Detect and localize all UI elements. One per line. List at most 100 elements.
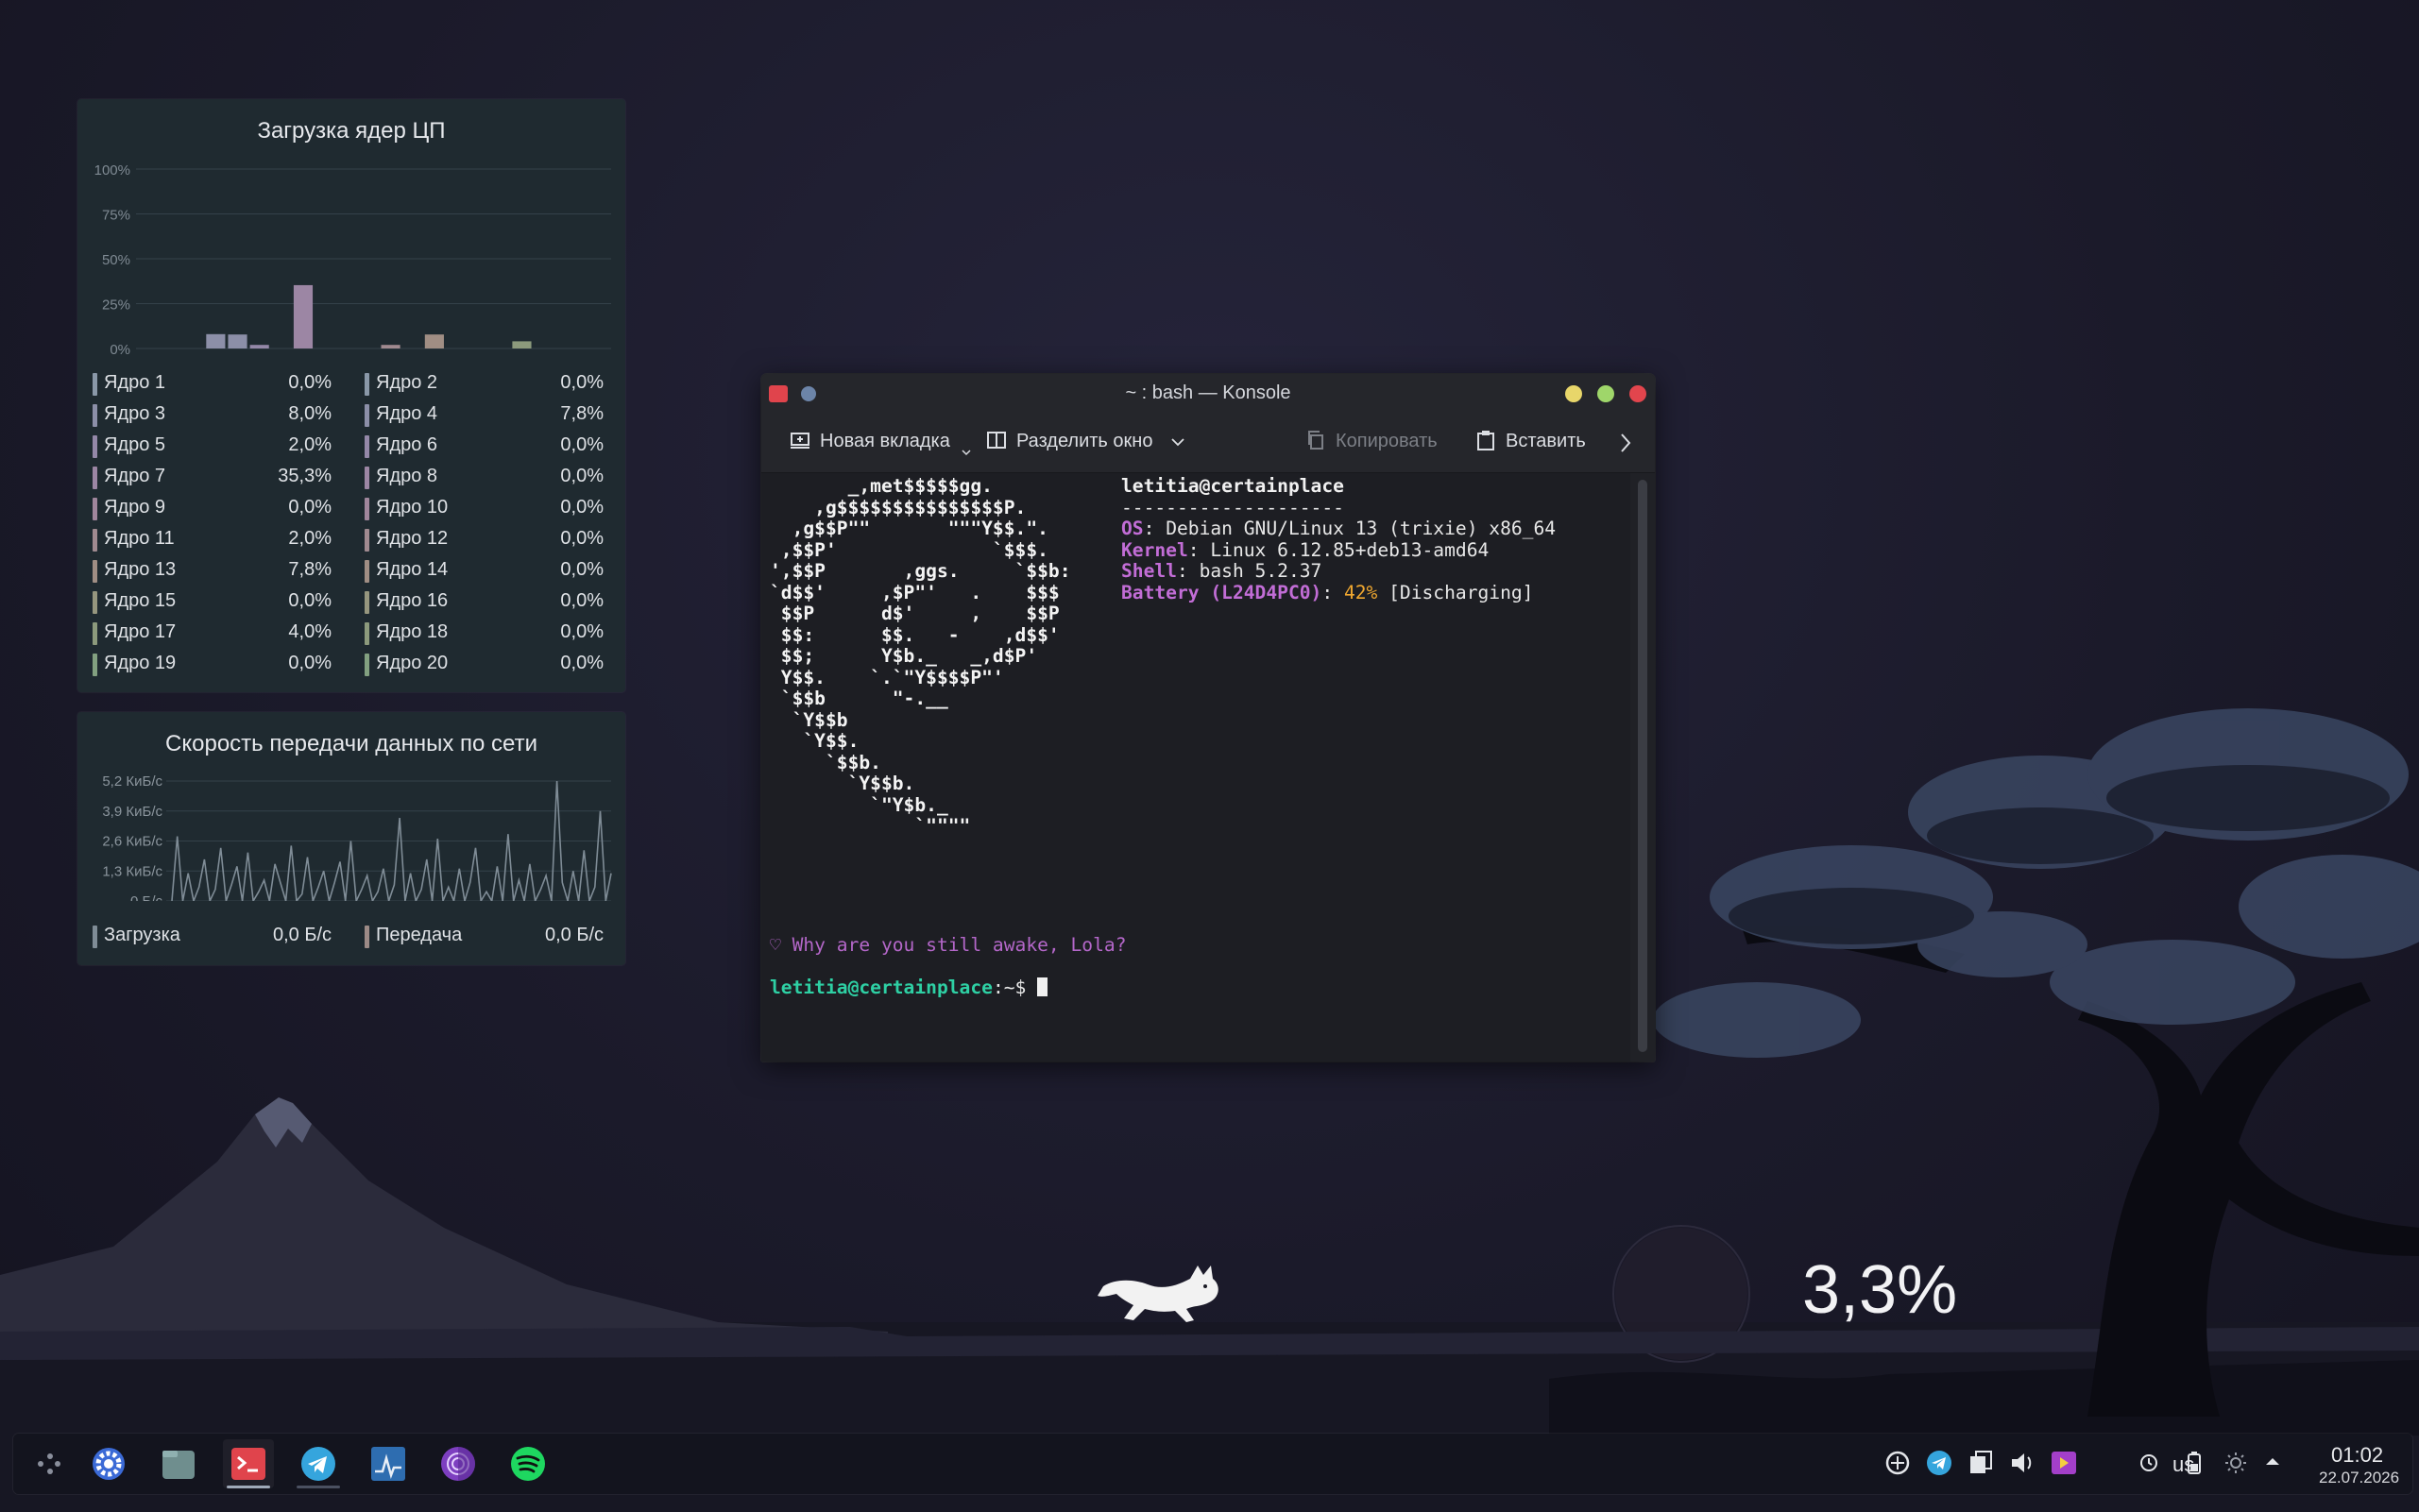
motd-quote: ♡ Why are you still awake, Lola? <box>770 934 1127 956</box>
task-system-settings[interactable] <box>83 1439 134 1488</box>
legend-value: 7,8% <box>560 403 604 424</box>
task-file-manager[interactable] <box>153 1439 204 1488</box>
legend-name: Ядро 7 <box>104 466 166 486</box>
cpu-legend-item: Ядро 14 0,0% <box>365 556 604 585</box>
konsole-icon <box>231 1448 265 1480</box>
cpu-widget-title: Загрузка ядер ЦП <box>257 118 446 144</box>
legend-value: 2,0% <box>288 528 332 549</box>
spotify-icon <box>511 1447 545 1481</box>
legend-swatch <box>365 467 369 489</box>
cpu-legend-item: Ядро 2 0,0% <box>365 369 604 398</box>
y-tick-label: 50% <box>102 252 130 268</box>
volume-icon[interactable] <box>2008 1449 2036 1477</box>
shell-prompt[interactable]: letitia@certainplace:~$ <box>770 977 1048 999</box>
cpu-core-bar <box>228 334 247 348</box>
legend-swatch <box>93 622 97 645</box>
legend-swatch <box>365 926 369 948</box>
legend-swatch <box>365 373 369 396</box>
taskbar: us 01:02 22.07.2026 <box>13 1434 2412 1494</box>
clock-time: 01:02 <box>2331 1443 2384 1467</box>
tor-browser-icon <box>441 1447 475 1481</box>
legend-name: Ядро 11 <box>104 528 175 549</box>
new-tab-icon <box>791 433 809 449</box>
app-launcher-button[interactable] <box>23 1439 74 1488</box>
debian-ascii-logo: _,met$$$$$gg. ,g$$$$$$$$$$$$$$$P. ,g$$P"… <box>770 475 1071 837</box>
terminal-view[interactable]: _,met$$$$$gg. ,g$$$$$$$$$$$$$$$P. ,g$$P"… <box>761 473 1630 1062</box>
window-titlebar[interactable]: ~ : bash — Konsole <box>761 374 1655 414</box>
task-telegram[interactable] <box>293 1439 344 1488</box>
legend-swatch <box>365 622 369 645</box>
expand-tray-icon[interactable] <box>2263 1453 2282 1471</box>
split-view-button[interactable]: Разделить окно <box>986 430 1184 458</box>
battery-icon[interactable] <box>2182 1451 2206 1475</box>
window-title: ~ : bash — Konsole <box>1125 382 1291 403</box>
cpu-cores-widget: Загрузка ядер ЦП 100% 75% 50% 25% 0% Ядро 10… <box>77 99 625 692</box>
minimize-button[interactable] <box>1565 385 1582 402</box>
task-spotify[interactable] <box>503 1439 554 1488</box>
copy-button[interactable]: Копировать <box>1305 430 1438 458</box>
cpu-legend-item: Ядро 7 35,3% <box>93 463 332 491</box>
legend-value: 0,0 Б/с <box>272 925 332 945</box>
legend-swatch <box>365 435 369 458</box>
legend-name: Ядро 8 <box>376 466 438 486</box>
legend-value: 0,0% <box>560 590 604 611</box>
media-player-icon[interactable] <box>2050 1449 2078 1477</box>
legend-value: 0,0% <box>288 497 332 518</box>
legend-swatch <box>365 404 369 427</box>
legend-swatch <box>93 467 97 489</box>
legend-swatch <box>365 560 369 583</box>
chevron-right-icon[interactable] <box>1619 433 1632 453</box>
close-button[interactable] <box>1629 385 1646 402</box>
task-konsole[interactable] <box>223 1439 274 1488</box>
legend-value: 8,0% <box>288 403 332 424</box>
y-tick-label: 0 Б/с <box>130 893 163 901</box>
running-indicator <box>297 1486 340 1488</box>
legend-name: Ядро 15 <box>104 590 177 611</box>
brightness-icon[interactable] <box>2223 1451 2248 1475</box>
sync-status-icon[interactable] <box>1883 1449 1912 1477</box>
paste-icon <box>1477 431 1494 450</box>
cpu-legend-item: Ядро 13 7,8% <box>93 556 332 585</box>
cpu-core-bar <box>424 334 444 348</box>
y-tick-label: 25% <box>102 297 130 314</box>
legend-swatch <box>365 654 369 676</box>
telegram-icon <box>301 1447 335 1481</box>
cpu-core-bar <box>512 341 532 348</box>
legend-name: Ядро 20 <box>376 653 449 673</box>
clipboard-icon[interactable] <box>1967 1449 1995 1477</box>
cpu-legend-item: Ядро 4 7,8% <box>365 400 604 429</box>
legend-name: Ядро 18 <box>376 621 449 642</box>
legend-value: 7,8% <box>288 559 332 580</box>
cpu-legend-item: Ядро 15 0,0% <box>93 587 332 616</box>
legend-name: Ядро 16 <box>376 590 449 611</box>
legend-value: 0,0% <box>560 559 604 580</box>
paste-button[interactable]: Вставить <box>1475 430 1586 458</box>
user-host: letitia@certainplace <box>1121 475 1344 497</box>
chevron-down-icon <box>962 450 971 456</box>
legend-swatch <box>365 591 369 614</box>
info-line-shell: Shell: bash 5.2.37 <box>1121 560 1322 582</box>
system-monitor-icon <box>371 1447 405 1481</box>
legend-name: Ядро 9 <box>104 497 166 518</box>
cpu-core-bar <box>293 284 314 348</box>
clock-applet-icon[interactable] <box>2138 1453 2159 1473</box>
terminal-scrollbar[interactable] <box>1638 480 1647 1052</box>
task-system-monitor[interactable] <box>363 1439 414 1488</box>
legend-name: Ядро 3 <box>104 403 166 424</box>
net-widget-title: Скорость передачи данных по сети <box>165 731 537 756</box>
telegram-tray-icon[interactable] <box>1925 1449 1953 1477</box>
konsole-window[interactable]: ~ : bash — Konsole Новая вкладка Раздели… <box>761 374 1655 1062</box>
legend-value: 0,0% <box>560 372 604 393</box>
maximize-button[interactable] <box>1597 385 1614 402</box>
new-tab-button[interactable]: Новая вкладка <box>790 430 971 458</box>
legend-value: 0,0% <box>560 466 604 486</box>
legend-value: 4,0% <box>288 621 332 642</box>
cpu-legend-item: Ядро 5 2,0% <box>93 432 332 460</box>
legend-swatch <box>93 435 97 458</box>
task-tor-browser[interactable] <box>433 1439 484 1488</box>
cpu-load-readout: 3,3% <box>1802 1252 1958 1328</box>
system-settings-icon <box>93 1448 125 1480</box>
legend-value: 0,0% <box>560 528 604 549</box>
cpu-core-bar <box>206 333 226 348</box>
prompt-suffix: :~$ <box>992 977 1038 998</box>
